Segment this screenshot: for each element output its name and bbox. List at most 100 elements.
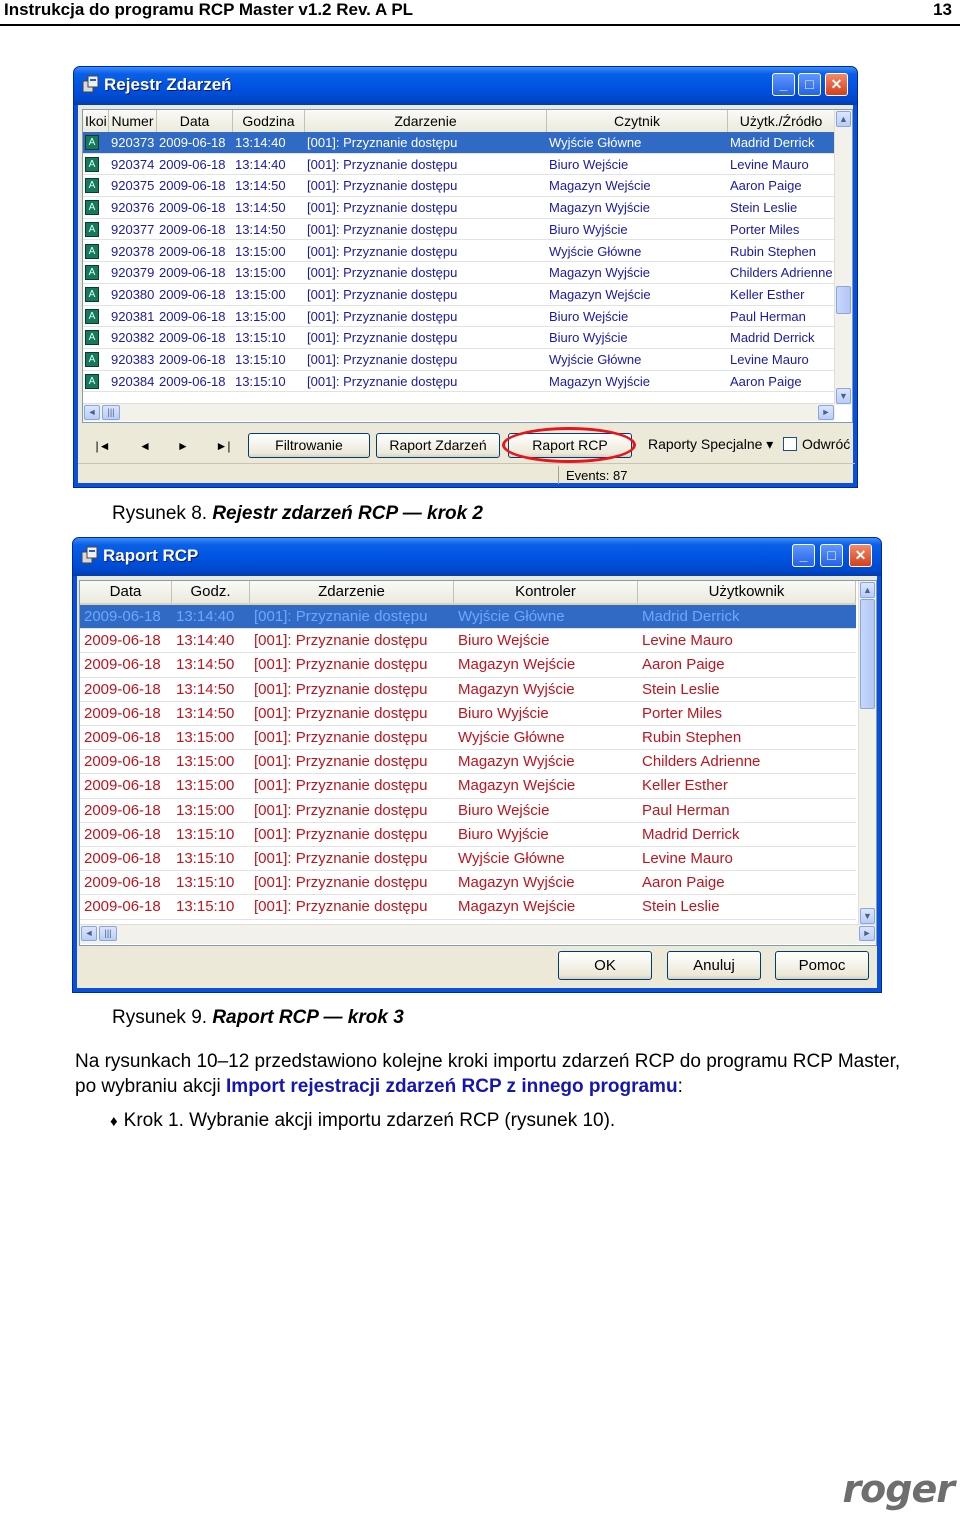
scroll-left-arrow[interactable]: ◄ [81,926,97,941]
previous-record-button[interactable]: ◄ [136,437,154,455]
window-client-area: Data Godz. Zdarzenie Kontroler Użytkowni… [77,576,877,988]
table-row[interactable]: 2009-06-18 13:15:00 [001]: Przyznanie dost… [80,799,856,823]
table-cell: Aaron Paige [642,656,725,674]
last-record-button[interactable]: ►| [214,437,232,455]
table-cell: Porter Miles [642,704,723,722]
table-cell: 13:14:50 [235,221,286,237]
column-header-event[interactable]: Zdarzenie [250,581,454,603]
table-cell: 13:15:10 [235,352,286,367]
table-row[interactable]: 2009-06-18 13:14:50 [001]: Przyznanie dost… [80,678,856,702]
column-header-time[interactable]: Godzina [233,110,305,132]
reverse-checkbox[interactable] [783,437,797,451]
table-cell: 2009-06-18 [84,704,161,722]
column-header-event[interactable]: Zdarzenie [305,110,547,132]
rcp-report-table[interactable]: Data Godz. Zdarzenie Kontroler Użytkowni… [79,580,877,946]
minimize-button[interactable]: _ [772,73,795,96]
table-cell: Paul Herman [730,308,806,324]
table-row[interactable]: A 920378 2009-06-18 13:15:00 [001]: Przyznan… [83,241,835,263]
table-row[interactable]: 2009-06-18 13:15:10 [001]: Przyznanie dost… [80,871,856,896]
table-row[interactable]: 2009-06-18 13:14:50 [001]: Przyznanie dost… [80,702,856,726]
table-cell: Stein Leslie [730,200,798,216]
table-cell: Aaron Paige [730,178,802,194]
close-button[interactable]: ✕ [825,73,848,96]
table-row[interactable]: 2009-06-18 13:15:00 [001]: Przyznanie dost… [80,774,856,799]
scroll-left-arrow[interactable]: ◄ [84,405,100,420]
event-report-button[interactable]: Raport Zdarzeń [376,433,500,458]
table-cell: [001]: Przyznanie dostępu [254,898,428,916]
table-row[interactable]: 2009-06-18 13:14:40 [001]: Przyznanie dost… [80,629,856,654]
column-header-user[interactable]: Użytkownik [638,581,856,603]
table-cell: Wyjście Główne [458,850,565,867]
column-header-controller[interactable]: Kontroler [454,581,638,603]
rcp-report-titlebar[interactable]: Raport RCP _ □ ✕ [73,538,881,576]
column-header-icon[interactable]: Ikoi [83,110,109,132]
table-row[interactable]: A 920376 2009-06-18 13:14:50 [001]: Przyznan… [83,197,835,219]
table-cell: Aaron Paige [730,373,802,389]
scroll-right-arrow[interactable]: ► [859,926,875,941]
table-row[interactable]: A 920373 2009-06-18 13:14:40 [001]: Przyznan… [83,132,835,154]
scroll-down-arrow[interactable]: ▼ [836,388,851,404]
table-row[interactable]: 2009-06-18 13:15:10 [001]: Przyznanie dost… [80,895,856,920]
scroll-up-arrow[interactable]: ▲ [860,582,875,598]
scroll-hthumb[interactable]: ||| [99,926,117,941]
table-cell: [001]: Przyznanie dostępu [254,729,428,746]
scroll-thumb[interactable] [860,599,875,709]
column-header-user-source[interactable]: Użytk./Źródło [728,110,835,132]
table-row[interactable]: 2009-06-18 13:14:40 [001]: Przyznanie dost… [80,605,856,630]
event-register-titlebar[interactable]: Rejestr Zdarzeń _ □ ✕ [74,67,857,105]
window-client-area: Ikoi Numer Data Godzina Zdarzenie Czytni… [78,105,855,484]
table-cell: 2009-06-18 [84,801,161,819]
table-cell: 13:15:00 [235,308,286,324]
table-cell: 2009-06-18 [84,850,161,867]
table-cell: Wyjście Główne [458,729,565,746]
help-button[interactable]: Pomoc [775,951,869,980]
next-record-button[interactable]: ► [174,437,192,455]
column-header-reader[interactable]: Czytnik [547,110,728,132]
table-row[interactable]: 2009-06-18 13:15:10 [001]: Przyznanie dost… [80,823,856,847]
cancel-button[interactable]: Anuluj [667,951,761,980]
column-header-date[interactable]: Data [157,110,233,132]
vertical-scrollbar[interactable]: ▲ ▼ [834,110,852,405]
table-row[interactable]: 2009-06-18 13:14:50 [001]: Przyznanie dost… [80,653,856,678]
table-row[interactable]: 2009-06-18 13:15:00 [001]: Przyznanie dost… [80,726,856,751]
filter-button[interactable]: Filtrowanie [248,433,370,458]
figure-9-title: Raport RCP — krok 3 [212,1007,404,1028]
scroll-up-arrow[interactable]: ▲ [836,111,851,127]
column-header-date[interactable]: Data [80,581,172,603]
horizontal-scrollbar[interactable]: ◄ ||| ► [83,403,835,421]
special-reports-menu[interactable]: Raporty Specjalne ▾ [648,436,773,453]
table-row[interactable]: A 920383 2009-06-18 13:15:10 [001]: Przyznan… [83,349,835,371]
app-icon [82,75,99,93]
table-cell: Wyjście Główne [549,243,642,259]
scroll-right-arrow[interactable]: ► [818,405,834,420]
events-table[interactable]: Ikoi Numer Data Godzina Zdarzenie Czytni… [82,109,853,423]
ok-button[interactable]: OK [558,951,652,980]
first-record-button[interactable]: |◄ [94,437,112,455]
scroll-hthumb[interactable]: ||| [102,405,120,420]
table-row[interactable]: 2009-06-18 13:15:10 [001]: Przyznanie dost… [80,847,856,872]
scroll-thumb[interactable] [836,286,851,314]
table-row[interactable]: A 920384 2009-06-18 13:15:10 [001]: Przyznan… [83,371,835,393]
table-row[interactable]: 2009-06-18 13:15:00 [001]: Przyznanie dost… [80,750,856,775]
horizontal-scrollbar[interactable]: ◄ ||| ► [80,924,876,944]
table-cell: 920375 [111,178,155,194]
table-row[interactable]: A 920380 2009-06-18 13:15:00 [001]: Przyznan… [83,284,835,306]
column-header-number[interactable]: Numer [109,110,157,132]
table-row[interactable]: A 920377 2009-06-18 13:14:50 [001]: Przyznan… [83,219,835,241]
table-row[interactable]: A 920374 2009-06-18 13:14:40 [001]: Przyznan… [83,154,835,176]
maximize-button[interactable]: □ [820,544,843,567]
vertical-scrollbar[interactable]: ▲ ▼ [858,581,876,925]
table-cell: 13:15:00 [235,243,286,259]
table-cell: [001]: Przyznanie dostępu [254,753,428,771]
column-header-time[interactable]: Godz. [172,581,250,603]
table-row[interactable]: A 920381 2009-06-18 13:15:00 [001]: Przyznan… [83,306,835,328]
table-cell: 2009-06-18 [159,373,226,389]
scroll-down-arrow[interactable]: ▼ [860,908,875,924]
event-register-window: Rejestr Zdarzeń _ □ ✕ Ikoi Numer Data Go… [73,66,858,488]
table-row[interactable]: A 920379 2009-06-18 13:15:00 [001]: Przyznan… [83,262,835,284]
minimize-button[interactable]: _ [792,544,815,567]
close-button[interactable]: ✕ [849,544,872,567]
maximize-button[interactable]: □ [798,73,821,96]
table-row[interactable]: A 920382 2009-06-18 13:15:10 [001]: Przyznan… [83,327,835,349]
table-row[interactable]: A 920375 2009-06-18 13:14:50 [001]: Przyznan… [83,175,835,198]
